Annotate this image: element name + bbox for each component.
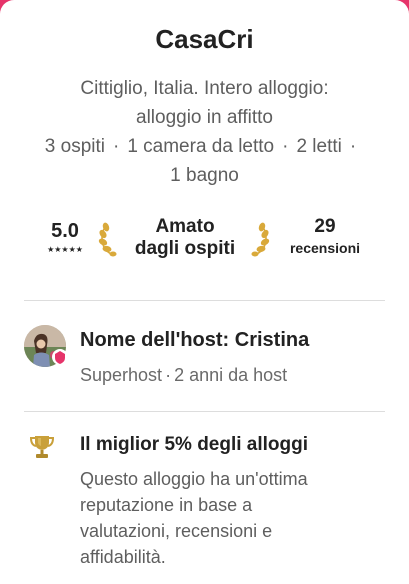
trophy-icon <box>30 436 54 458</box>
rating-block: 5.0 ★★★★★ <box>42 220 88 254</box>
host-section[interactable]: Nome dell'host: Cristina Superhost · 2 ann… <box>24 323 385 393</box>
listing-sheet: CasaCri Cittiglio, Italia. Intero allogg… <box>0 0 409 584</box>
host-meta: Superhost · 2 anni da host <box>80 365 287 386</box>
details-row: 1 bagno <box>0 161 409 190</box>
superhost-status: Superhost <box>80 365 163 385</box>
listing-title: CasaCri <box>155 24 254 54</box>
bathrooms-count: 1 bagno <box>170 165 239 186</box>
listing-details: 3 ospiti · 1 camera da letto · 2 letti · 1 ba… <box>0 132 409 190</box>
details-separator: · <box>282 136 289 157</box>
guest-favorite-line: dagli ospiti <box>134 238 236 259</box>
reviews-count: 29 <box>314 216 336 237</box>
subtitle-line: Cittiglio, Italia. Intero alloggio: <box>80 78 329 99</box>
details-separator: · <box>349 136 357 157</box>
host-meta-separator: · <box>165 365 172 385</box>
guests-count: 3 ospiti <box>44 136 105 157</box>
highlight-description-line: affidabilità. <box>80 547 166 567</box>
listing-subtitle: Cittiglio, Italia. Intero alloggio: allo… <box>0 74 409 132</box>
divider <box>24 411 385 412</box>
details-separator: · <box>112 136 120 157</box>
laurel-icon <box>98 222 117 257</box>
laurel-icon <box>251 222 270 257</box>
host-tenure: 2 anni da host <box>174 365 288 385</box>
guest-favorite-label: Amato dagli ospiti <box>120 216 250 260</box>
rating-value: 5.0 <box>51 220 79 242</box>
host-name: Nome dell'host: Cristina <box>80 329 310 351</box>
reviews-label: recensioni <box>289 240 361 256</box>
highlight-description-line: valutazioni, recensioni e <box>80 521 273 541</box>
highlight-description: Questo alloggio ha un'ottima reputazione… <box>80 466 385 570</box>
rating-stars: ★★★★★ <box>47 245 83 254</box>
superhost-badge-icon <box>52 349 68 365</box>
divider <box>24 300 385 301</box>
stats-bar: 5.0 ★★★★★ Amato dagli ospiti 29 recensio… <box>0 216 409 266</box>
reviews-link[interactable]: 29 recensioni <box>280 216 370 258</box>
guest-favorite-line: Amato <box>155 216 215 237</box>
highlight-description-line: reputazione in base a <box>80 495 253 515</box>
details-row: 3 ospiti · 1 camera da letto · 2 letti · <box>0 132 409 161</box>
beds-count: 2 letti <box>296 136 342 157</box>
highlight-title: Il miglior 5% degli alloggi <box>80 434 309 455</box>
subtitle-line: alloggio in affitto <box>136 107 273 128</box>
highlight-description-line: Questo alloggio ha un'ottima <box>80 469 308 489</box>
bedrooms-count: 1 camera da letto <box>127 136 275 157</box>
